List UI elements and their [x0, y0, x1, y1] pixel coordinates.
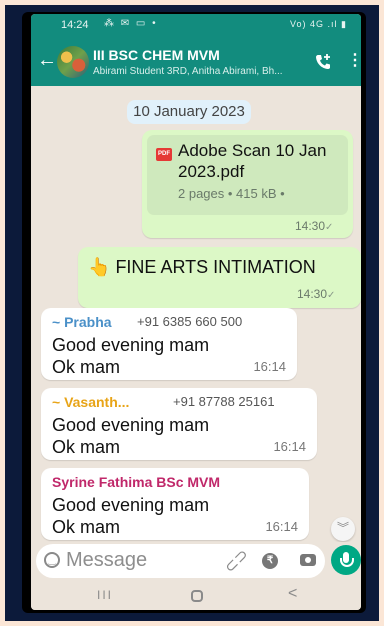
status-bar: 14:24 ⁂ ✉ ▭ • Vo) 4G .ıl ▮	[31, 14, 361, 38]
check-icon: ✓	[325, 222, 334, 233]
sender-phone: +91 87788 25161	[173, 394, 275, 409]
back-arrow-icon[interactable]: ←	[37, 50, 57, 70]
document-meta: 2 pages • 415 kB •	[178, 186, 285, 201]
group-title[interactable]: III BSC CHEM MVM	[93, 47, 220, 63]
message-input[interactable]: ‿ Message ⊂⊃ ₹	[36, 544, 325, 578]
message-text: Good evening mam Ok mam	[52, 495, 210, 537]
signal-battery-icons: Vo) 4G .ıl ▮	[290, 19, 347, 29]
fine-arts-label: FINE ARTS INTIMATION	[115, 257, 316, 277]
mic-button[interactable]	[331, 545, 361, 575]
sender-name[interactable]: ~ Vasanth...	[52, 394, 129, 410]
message-text: Good evening mam Ok mam	[52, 415, 210, 457]
group-members[interactable]: Abirami Student 3RD, Anitha Abirami, Bh.…	[93, 66, 293, 77]
emoji-icon[interactable]: ‿	[44, 552, 60, 568]
pointing-hand-icon: 👆	[88, 257, 111, 277]
check-icon: ✓	[327, 290, 336, 301]
more-vert-icon[interactable]: ⋮	[347, 52, 361, 70]
camera-icon[interactable]	[300, 554, 316, 566]
incoming-message[interactable]: ~ Vasanth... +91 87788 25161 Good evenin…	[41, 388, 317, 460]
home-button[interactable]	[191, 590, 203, 602]
message-time: 16:14	[273, 439, 306, 454]
incoming-message[interactable]: ~ Prabha +91 6385 660 500 Good evening m…	[41, 308, 297, 380]
message-time: 16:14	[253, 359, 286, 374]
message-placeholder: Message	[66, 549, 148, 571]
recents-button[interactable]: III	[97, 588, 113, 602]
fine-arts-message[interactable]: 👆 FINE ARTS INTIMATION 14:30✓	[78, 247, 361, 308]
message-text: Good evening mam Ok mam	[52, 335, 210, 377]
chat-area: 10 January 2023 PDF Adobe Scan 10 Jan 20…	[31, 86, 361, 542]
pdf-icon: PDF	[156, 148, 172, 161]
incoming-message[interactable]: Syrine Fathima BSc MVM Good evening mam …	[41, 468, 309, 540]
message-time: 16:14	[265, 519, 298, 534]
system-nav-bar: III <	[31, 582, 361, 610]
message-time: 14:30✓	[295, 219, 334, 233]
nav-back-button[interactable]: <	[288, 585, 297, 603]
message-time: 14:30✓	[297, 287, 336, 301]
sender-name[interactable]: ~ Prabha	[52, 314, 112, 330]
document-message[interactable]: PDF Adobe Scan 10 Jan 2023.pdf 2 pages •…	[142, 130, 353, 238]
composer: ‿ Message ⊂⊃ ₹	[31, 542, 361, 582]
fine-arts-text: 👆 FINE ARTS INTIMATION	[88, 255, 316, 279]
notification-icons: ⁂ ✉ ▭ •	[104, 18, 158, 29]
sender-name[interactable]: Syrine Fathima BSc MVM	[52, 474, 220, 490]
date-chip: 10 January 2023	[127, 100, 251, 124]
document-card[interactable]: PDF Adobe Scan 10 Jan 2023.pdf 2 pages •…	[147, 135, 348, 215]
group-avatar[interactable]	[57, 46, 89, 78]
attach-icon[interactable]: ⊂⊃	[220, 544, 253, 577]
add-call-icon[interactable]	[313, 52, 333, 72]
rupee-icon[interactable]: ₹	[262, 553, 278, 569]
phone-screen: 14:24 ⁂ ✉ ▭ • Vo) 4G .ıl ▮ ← III BSC CHE…	[31, 14, 361, 610]
sender-phone: +91 6385 660 500	[137, 314, 243, 329]
status-time: 14:24	[61, 19, 89, 31]
scroll-down-icon[interactable]: ︾	[331, 517, 355, 541]
chat-header: ← III BSC CHEM MVM Abirami Student 3RD, …	[31, 38, 361, 86]
document-name: Adobe Scan 10 Jan 2023.pdf	[178, 141, 327, 181]
